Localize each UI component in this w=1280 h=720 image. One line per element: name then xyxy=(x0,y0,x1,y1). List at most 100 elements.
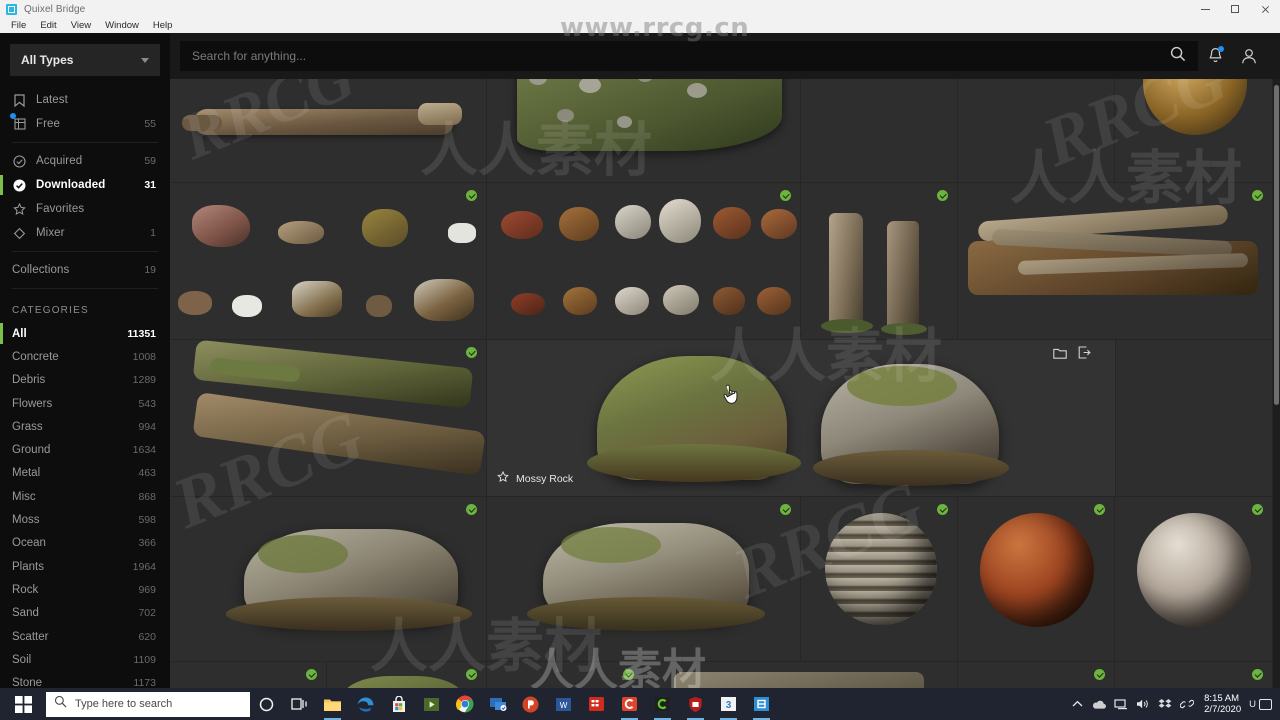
c-green-app-icon[interactable] xyxy=(646,688,679,720)
taskbar-search-input[interactable]: Type here to search xyxy=(46,691,250,717)
asset-tile[interactable] xyxy=(801,183,958,340)
asset-tile[interactable] xyxy=(170,183,487,340)
sidebar-item-label: Collections xyxy=(12,264,70,276)
asset-tile[interactable] xyxy=(958,79,1115,183)
vertical-scrollbar[interactable] xyxy=(1273,79,1280,688)
menu-window[interactable]: Window xyxy=(99,18,145,33)
network-icon[interactable] xyxy=(1110,688,1132,720)
category-item-ocean[interactable]: Ocean 366 xyxy=(0,532,170,555)
check-badge-icon xyxy=(466,347,477,358)
star-icon[interactable] xyxy=(497,470,509,488)
category-item-scatter[interactable]: Scatter 620 xyxy=(0,625,170,648)
asset-grid[interactable]: Mossy Rock 人人素材 xyxy=(170,79,1280,688)
category-count: 11351 xyxy=(127,327,156,340)
sidebar-item-favorites[interactable]: Favorites xyxy=(0,197,170,221)
asset-tile[interactable] xyxy=(1115,662,1273,688)
search-input[interactable]: Search for anything... xyxy=(180,41,1198,71)
edge-icon[interactable] xyxy=(349,688,382,720)
account-button[interactable] xyxy=(1232,39,1266,73)
three-app-icon[interactable]: 3 xyxy=(712,688,745,720)
check-badge-icon xyxy=(466,504,477,515)
task-view-icon[interactable] xyxy=(283,688,316,720)
category-item-sand[interactable]: Sand 702 xyxy=(0,602,170,625)
word-icon[interactable]: W xyxy=(547,688,580,720)
search-icon[interactable] xyxy=(1170,46,1186,67)
store-icon[interactable] xyxy=(382,688,415,720)
type-filter-dropdown[interactable]: All Types xyxy=(10,44,160,76)
blue-app-icon[interactable] xyxy=(745,688,778,720)
asset-tile[interactable] xyxy=(487,183,801,340)
taskbar-clock[interactable]: 8:15 AM 2/7/2020 xyxy=(1198,688,1249,720)
media-player-icon[interactable] xyxy=(415,688,448,720)
asset-tile[interactable] xyxy=(958,497,1115,662)
sidebar-item-free[interactable]: Free 55 xyxy=(0,112,170,136)
asset-tile[interactable] xyxy=(170,340,487,497)
asset-tile[interactable] xyxy=(801,79,958,183)
category-item-soil[interactable]: Soil 1109 xyxy=(0,648,170,671)
sidebar-item-collections[interactable]: Collections 19 xyxy=(0,258,170,282)
menu-view[interactable]: View xyxy=(65,18,97,33)
onedrive-icon[interactable] xyxy=(1088,688,1110,720)
action-center-button[interactable]: U xyxy=(1249,698,1276,710)
notifications-button[interactable] xyxy=(1198,39,1232,73)
action-center-icon xyxy=(1259,698,1272,710)
close-button[interactable] xyxy=(1250,0,1280,18)
cortana-circle-icon[interactable] xyxy=(250,688,283,720)
export-icon[interactable] xyxy=(1078,346,1091,364)
red-app-icon[interactable] xyxy=(580,688,613,720)
show-hidden-icons-icon[interactable] xyxy=(1066,688,1088,720)
menu-edit[interactable]: Edit xyxy=(34,18,62,33)
category-item-ground[interactable]: Ground 1634 xyxy=(0,438,170,461)
asset-tile[interactable] xyxy=(644,662,958,688)
asset-tile[interactable] xyxy=(958,662,1115,688)
asset-tile[interactable] xyxy=(170,79,487,183)
asset-tile[interactable] xyxy=(170,662,327,688)
category-item-all[interactable]: All 11351 xyxy=(0,322,170,345)
sidebar-item-acquired[interactable]: Acquired 59 xyxy=(0,149,170,173)
category-item-stone[interactable]: Stone 1173 xyxy=(0,671,170,688)
sidebar-item-count: 31 xyxy=(144,179,156,191)
sidebar-item-downloaded[interactable]: Downloaded 31 xyxy=(0,173,170,197)
asset-tile[interactable] xyxy=(487,662,644,688)
menu-file[interactable]: File xyxy=(5,18,32,33)
powerpoint-icon[interactable] xyxy=(514,688,547,720)
chrome-icon[interactable] xyxy=(448,688,481,720)
asset-tile[interactable] xyxy=(1116,340,1273,497)
sidebar-item-mixer[interactable]: Mixer 1 xyxy=(0,221,170,245)
asset-tile[interactable] xyxy=(327,662,487,688)
asset-tile[interactable] xyxy=(170,497,487,662)
asset-tile[interactable] xyxy=(958,183,1273,340)
dropbox-icon[interactable] xyxy=(1154,688,1176,720)
file-explorer-icon[interactable] xyxy=(316,688,349,720)
sidebar-item-label: Free xyxy=(36,118,61,130)
shield-app-icon[interactable] xyxy=(679,688,712,720)
category-item-moss[interactable]: Moss 598 xyxy=(0,508,170,531)
asset-tile[interactable] xyxy=(487,497,801,662)
asset-tile[interactable] xyxy=(1115,79,1273,183)
category-item-concrete[interactable]: Concrete 1008 xyxy=(0,345,170,368)
category-item-rock[interactable]: Rock 969 xyxy=(0,578,170,601)
asset-tile[interactable] xyxy=(1115,497,1273,662)
category-item-grass[interactable]: Grass 994 xyxy=(0,415,170,438)
category-item-plants[interactable]: Plants 1964 xyxy=(0,555,170,578)
category-item-metal[interactable]: Metal 463 xyxy=(0,462,170,485)
c-red-app-icon[interactable] xyxy=(613,688,646,720)
asset-tile[interactable] xyxy=(801,497,958,662)
category-item-debris[interactable]: Debris 1289 xyxy=(0,369,170,392)
maximize-button[interactable] xyxy=(1220,0,1250,18)
category-item-misc[interactable]: Misc 868 xyxy=(0,485,170,508)
link-icon[interactable] xyxy=(1176,688,1198,720)
scrollbar-thumb[interactable] xyxy=(1274,85,1279,405)
remote-desktop-icon[interactable] xyxy=(481,688,514,720)
asset-tile-hovered[interactable]: Mossy Rock xyxy=(487,340,1116,497)
folder-icon[interactable] xyxy=(1053,346,1067,364)
menu-help[interactable]: Help xyxy=(147,18,179,33)
asset-tile[interactable] xyxy=(487,79,801,183)
minimize-button[interactable] xyxy=(1190,0,1220,18)
windows-start-icon[interactable] xyxy=(0,688,46,720)
asset-thumbnail xyxy=(170,340,486,496)
volume-icon[interactable] xyxy=(1132,688,1154,720)
sidebar-item-label: Latest xyxy=(36,94,68,106)
sidebar-item-latest[interactable]: Latest xyxy=(0,88,170,112)
category-item-flowers[interactable]: Flowers 543 xyxy=(0,392,170,415)
